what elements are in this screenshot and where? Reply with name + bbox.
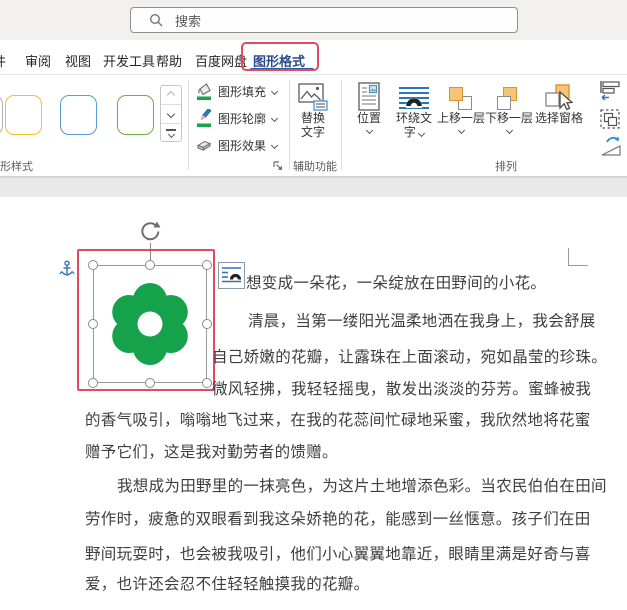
dialog-launcher-icon[interactable] bbox=[272, 160, 284, 172]
rotate-objects-button[interactable] bbox=[599, 136, 625, 157]
text-line[interactable]: 微风轻拂，我轻轻摇曳，散发出淡淡的芬芳。蜜蜂被我 bbox=[212, 377, 591, 399]
shape-outline-button[interactable]: 图形轮廓 bbox=[196, 107, 279, 129]
word-window: { "colors": { "flower_green": "#15a24b",… bbox=[0, 0, 627, 610]
handle-bottom-right[interactable] bbox=[202, 378, 212, 388]
bring-forward-button[interactable]: 上移一层 bbox=[437, 79, 486, 135]
group-separator bbox=[188, 80, 189, 170]
chevron-down-icon bbox=[418, 129, 426, 138]
position-icon bbox=[358, 82, 380, 111]
tab-view[interactable]: 视图 bbox=[65, 51, 91, 70]
group-separator bbox=[341, 80, 342, 170]
chevron-up-icon bbox=[166, 90, 176, 100]
search-icon bbox=[149, 13, 163, 27]
shape-effects-button[interactable]: 图形效果 bbox=[196, 134, 279, 156]
chevron-down-icon bbox=[166, 109, 176, 119]
search-placeholder: 搜索 bbox=[175, 13, 202, 29]
handle-top-right[interactable] bbox=[202, 260, 212, 270]
shape-style-preview-blue[interactable] bbox=[60, 95, 97, 135]
document-page[interactable]: 想变成一朵花，一朵绽放在田野间的小花。 清晨，当第一缕阳光温柔地洒在我身上，我会… bbox=[0, 197, 627, 610]
wrap-text-button[interactable]: 环绕文 字 bbox=[391, 79, 437, 139]
shape-fill-label: 图形填充 bbox=[218, 84, 267, 99]
text-line[interactable]: 野间玩耍时，也会被我吸引，他们小心翼翼地靠近，眼睛里满是好奇与喜 bbox=[85, 542, 591, 564]
text-line[interactable]: 的香气吸引，嗡嗡地飞过来，在我的花蕊间忙碌地采蜜，我欣然地将花蜜 bbox=[85, 408, 591, 430]
wrap-text-label-line1: 环绕文 bbox=[395, 111, 432, 125]
shape-style-preview-partial[interactable] bbox=[0, 95, 3, 135]
text-line[interactable]: 我想成为田野里的一抹亮色，为这片土地增添色彩。当农民伯伯在田间 bbox=[117, 474, 607, 496]
text-line[interactable]: 想变成一朵花，一朵绽放在田野间的小花。 bbox=[246, 271, 546, 293]
chevron-down-icon bbox=[505, 126, 513, 135]
group-label-arrange: 排列 bbox=[495, 161, 517, 173]
shape-effects-icon bbox=[196, 140, 212, 151]
style-gallery-scroll bbox=[160, 85, 182, 142]
layout-options-icon bbox=[222, 267, 242, 283]
tab-baidu-netdisk[interactable]: 百度网盘 bbox=[195, 51, 247, 70]
gallery-more-button[interactable] bbox=[161, 123, 181, 142]
ribbon-document-gap bbox=[0, 177, 627, 197]
text-line[interactable]: 自己娇嫩的花瓣，让露珠在上面滚动，宛如晶莹的珍珠。 bbox=[212, 345, 607, 367]
ribbon-tab-bar: 件 审阅 视图 开发工具 帮助 百度网盘 图形格式 bbox=[0, 40, 627, 75]
search-input[interactable]: 搜索 bbox=[130, 7, 518, 33]
alt-text-label-line2: 文字 bbox=[300, 125, 325, 139]
chevron-down-icon bbox=[270, 141, 279, 149]
tab-help[interactable]: 帮助 bbox=[156, 51, 182, 70]
layout-options-button[interactable] bbox=[218, 262, 245, 289]
group-separator bbox=[289, 80, 290, 170]
handle-bottom-left[interactable] bbox=[88, 378, 98, 388]
handle-bottom-center[interactable] bbox=[145, 378, 155, 388]
chevron-down-icon bbox=[270, 114, 279, 122]
group-label-accessibility: 辅助功能 bbox=[293, 161, 337, 173]
anchor-icon bbox=[59, 260, 75, 276]
annotation-box-tab bbox=[241, 42, 319, 71]
margin-corner-mark bbox=[568, 248, 588, 266]
text-line[interactable]: 劳作时，疲惫的双眼看到我这朵娇艳的花，能感到一丝惬意。孩子们在田 bbox=[85, 507, 591, 529]
paint-bucket-icon bbox=[197, 82, 211, 100]
align-objects-button[interactable] bbox=[599, 80, 627, 102]
handle-middle-left[interactable] bbox=[88, 319, 98, 329]
bring-forward-label: 上移一层 bbox=[437, 111, 486, 125]
chevron-down-icon bbox=[457, 126, 465, 135]
text-line[interactable]: 清晨，当第一缕阳光温柔地洒在我身上，我会舒展 bbox=[248, 309, 596, 331]
gallery-scroll-down-button[interactable] bbox=[161, 104, 181, 123]
gallery-scroll-up-button[interactable] bbox=[161, 86, 181, 104]
title-bar: 搜索 bbox=[0, 0, 627, 40]
tab-file-partial[interactable]: 件 bbox=[0, 51, 6, 70]
shape-effects-label: 图形效果 bbox=[218, 138, 267, 153]
position-label: 位置 bbox=[356, 111, 381, 125]
flower-shape[interactable] bbox=[107, 281, 193, 367]
chevron-down-icon bbox=[167, 130, 175, 138]
shape-fill-button[interactable]: 图形填充 bbox=[196, 80, 279, 102]
tab-developer[interactable]: 开发工具 bbox=[103, 51, 155, 70]
bring-forward-icon bbox=[449, 87, 473, 111]
text-line[interactable]: 赠予它们，这是我对勤劳者的馈赠。 bbox=[85, 440, 338, 462]
text-line[interactable]: 爱，也许还会忍不住轻轻触摸我的花瓣。 bbox=[85, 572, 369, 594]
shape-outline-label: 图形轮廓 bbox=[218, 111, 267, 126]
selection-pane-icon bbox=[545, 84, 573, 111]
alt-text-label-line1: 替换 bbox=[300, 111, 325, 125]
chevron-down-icon bbox=[270, 87, 279, 95]
shape-style-preview-green[interactable] bbox=[117, 95, 154, 135]
send-backward-label: 下移一层 bbox=[485, 111, 534, 125]
group-objects-button[interactable] bbox=[599, 108, 625, 130]
pencil-icon bbox=[197, 108, 212, 127]
handle-top-center[interactable] bbox=[145, 260, 155, 270]
wrap-text-icon bbox=[399, 87, 429, 109]
tab-review[interactable]: 审阅 bbox=[25, 51, 51, 70]
send-backward-button[interactable]: 下移一层 bbox=[485, 79, 534, 135]
group-label-shape-styles: 形样式 bbox=[0, 161, 33, 173]
handle-top-left[interactable] bbox=[88, 260, 98, 270]
alt-text-icon bbox=[298, 83, 328, 111]
handle-middle-right[interactable] bbox=[202, 319, 212, 329]
chevron-down-icon bbox=[365, 126, 373, 135]
ribbon: 图形填充 图形轮廓 图形效果 形样式 替换 文字 辅助功能 位置 环绕文 字 上… bbox=[0, 75, 627, 177]
selection-pane-label: 选择窗格 bbox=[534, 111, 583, 125]
send-backward-icon bbox=[497, 87, 521, 111]
wrap-text-label-line2: 字 bbox=[404, 125, 426, 139]
rotate-handle[interactable] bbox=[139, 220, 162, 243]
shape-style-preview-yellow[interactable] bbox=[5, 95, 42, 135]
alt-text-button[interactable]: 替换 文字 bbox=[292, 79, 334, 139]
selection-pane-button[interactable]: 选择窗格 bbox=[533, 79, 585, 125]
position-button[interactable]: 位置 bbox=[348, 79, 390, 135]
